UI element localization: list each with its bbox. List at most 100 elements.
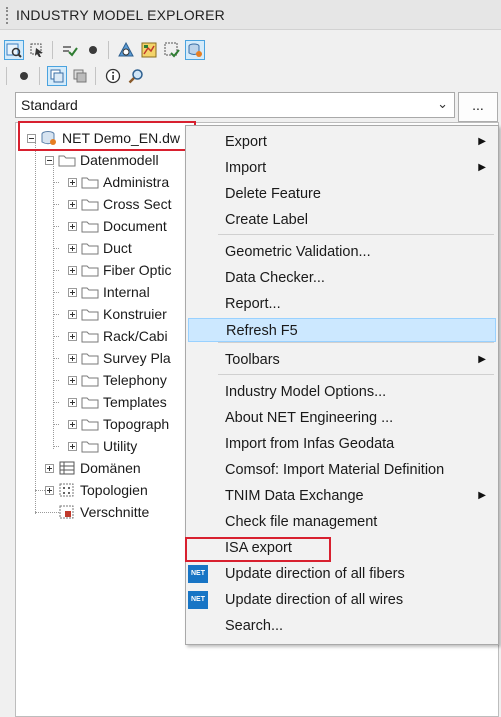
database-settings-icon[interactable] — [185, 40, 205, 60]
annotation-box-isa-export — [185, 537, 331, 562]
select-icon[interactable] — [27, 40, 47, 60]
expand-icon[interactable] — [68, 177, 77, 187]
expand-icon[interactable] — [68, 199, 77, 209]
folder-icon — [81, 287, 99, 299]
tree-connector — [53, 248, 59, 249]
menu-item-about-net-engineering[interactable]: About NET Engineering ... — [188, 406, 496, 430]
tree-node-table[interactable]: Cross Sect — [53, 193, 172, 215]
tree-connector — [53, 204, 59, 205]
tree-node-label: Verschnitte — [80, 504, 150, 520]
tree-node-table[interactable]: Konstruier — [53, 303, 167, 325]
tree-node-table[interactable]: Fiber Optic — [53, 259, 171, 281]
expand-icon[interactable] — [45, 463, 54, 473]
menu-item-tnim-data-exchange[interactable]: TNIM Data Exchange ▶ — [188, 484, 496, 508]
menu-item-geometric-validation[interactable]: Geometric Validation... — [188, 240, 496, 264]
menu-item-industry-model-options[interactable]: Industry Model Options... — [188, 380, 496, 404]
menu-item-search[interactable]: Search... — [188, 614, 496, 638]
menu-item-label: Refresh F5 — [226, 323, 298, 339]
menu-item-delete-feature[interactable]: Delete Feature — [188, 182, 496, 206]
menu-item-label: Import — [225, 160, 267, 176]
menu-item-update-direction-of-all-wires[interactable]: NET Update direction of all wires — [188, 588, 496, 612]
tree-node-table[interactable]: Templates — [53, 391, 167, 413]
menu-item-toolbars[interactable]: Toolbars ▶ — [188, 348, 496, 372]
folder-icon — [81, 221, 99, 233]
info-icon[interactable] — [103, 66, 123, 86]
menu-item-label: Geometric Validation... — [225, 244, 371, 260]
dot-icon[interactable] — [83, 40, 103, 60]
collapse-icon[interactable] — [45, 155, 54, 165]
expand-icon[interactable] — [45, 485, 54, 495]
map-icon[interactable] — [139, 40, 159, 60]
menu-item-check-file-management[interactable]: Check file management — [188, 510, 496, 534]
menu-item-label: TNIM Data Exchange — [225, 488, 364, 504]
drag-grip[interactable] — [6, 7, 10, 24]
tree-node-table[interactable]: Utility — [53, 435, 137, 457]
expand-icon[interactable] — [68, 419, 77, 429]
validate-icon[interactable] — [60, 40, 80, 60]
menu-item-label: Export — [225, 134, 267, 150]
copy-gray-icon[interactable] — [70, 66, 90, 86]
menu-item-comsof-import-material-definition[interactable]: Comsof: Import Material Definition — [188, 458, 496, 482]
tree-node-label: Topograph — [103, 416, 170, 432]
tree-node-verschnitte[interactable]: Verschnitte — [58, 501, 149, 523]
tree-node-label: Datenmodell — [80, 152, 159, 168]
menu-item-data-checker[interactable]: Data Checker... — [188, 266, 496, 290]
menu-item-label: Import from Infas Geodata — [225, 436, 395, 452]
tree-node-label: Survey Pla — [103, 350, 171, 366]
tree-node-label: Cross Sect — [103, 196, 172, 212]
tree-node-label: Document — [103, 218, 167, 234]
tree-node-topologien[interactable]: Topologien — [45, 479, 148, 501]
menu-item-update-direction-of-all-fibers[interactable]: NET Update direction of all fibers — [188, 562, 496, 586]
expand-icon[interactable] — [68, 265, 77, 275]
toolbar-separator — [95, 67, 98, 85]
zoom-to-feature-icon[interactable] — [4, 40, 24, 60]
search-icon[interactable] — [126, 66, 146, 86]
tree-node-table[interactable]: Internal — [53, 281, 150, 303]
menu-item-label: Search... — [225, 618, 284, 634]
tree-node-table[interactable]: Administra — [53, 171, 169, 193]
expand-icon[interactable] — [68, 353, 77, 363]
tree-node-table[interactable]: Duct — [53, 237, 132, 259]
table-icon — [59, 461, 75, 475]
chevron-down-icon: ⌄ — [437, 96, 448, 111]
tree-node-label: Topologien — [80, 482, 148, 498]
toolbar-row-2 — [4, 64, 146, 88]
tree-node-label: Konstruier — [103, 306, 167, 322]
tree-connector — [53, 270, 59, 271]
menu-item-create-label[interactable]: Create Label — [188, 208, 496, 232]
expand-icon[interactable] — [68, 441, 77, 451]
menu-item-report[interactable]: Report... — [188, 292, 496, 316]
menu-item-import[interactable]: Import ▶ — [188, 156, 496, 180]
menu-item-export[interactable]: Export ▶ — [188, 130, 496, 154]
tree-connector — [53, 424, 59, 425]
menu-item-import-from-infas-geodata[interactable]: Import from Infas Geodata — [188, 432, 496, 456]
expand-icon[interactable] — [68, 397, 77, 407]
expand-icon[interactable] — [68, 243, 77, 253]
panel-title-bar: INDUSTRY MODEL EXPLORER — [0, 0, 501, 30]
tree-node-datenmodell[interactable]: Datenmodell — [45, 149, 159, 171]
copy-icon[interactable] — [47, 66, 67, 86]
expand-icon[interactable] — [68, 287, 77, 297]
tree-node-table[interactable]: Document — [53, 215, 167, 237]
more-options-button[interactable]: ... — [458, 92, 498, 122]
menu-item-refresh-f5[interactable]: Refresh F5 — [188, 318, 496, 342]
menu-item-label: Comsof: Import Material Definition — [225, 462, 445, 478]
tree-node-table[interactable]: Topograph — [53, 413, 170, 435]
filter-icon[interactable] — [116, 40, 136, 60]
dot-icon[interactable] — [14, 66, 34, 86]
tree-node-table[interactable]: Rack/Cabi — [53, 325, 168, 347]
expand-icon[interactable] — [68, 309, 77, 319]
menu-item-label: Report... — [225, 296, 281, 312]
tree-node-table[interactable]: Telephony — [53, 369, 167, 391]
view-selector[interactable]: Standard ⌄ — [15, 92, 455, 118]
expand-icon[interactable] — [68, 375, 77, 385]
tree-node-table[interactable]: Survey Pla — [53, 347, 171, 369]
grid-check-icon[interactable] — [162, 40, 182, 60]
expand-icon[interactable] — [68, 331, 77, 341]
expand-icon[interactable] — [68, 221, 77, 231]
menu-item-label: Update direction of all wires — [225, 592, 404, 608]
tree-connector — [53, 380, 59, 381]
net-logo-icon: NET — [188, 565, 208, 583]
menu-item-label: Check file management — [225, 514, 378, 530]
tree-node-domaenen[interactable]: Domänen — [45, 457, 141, 479]
